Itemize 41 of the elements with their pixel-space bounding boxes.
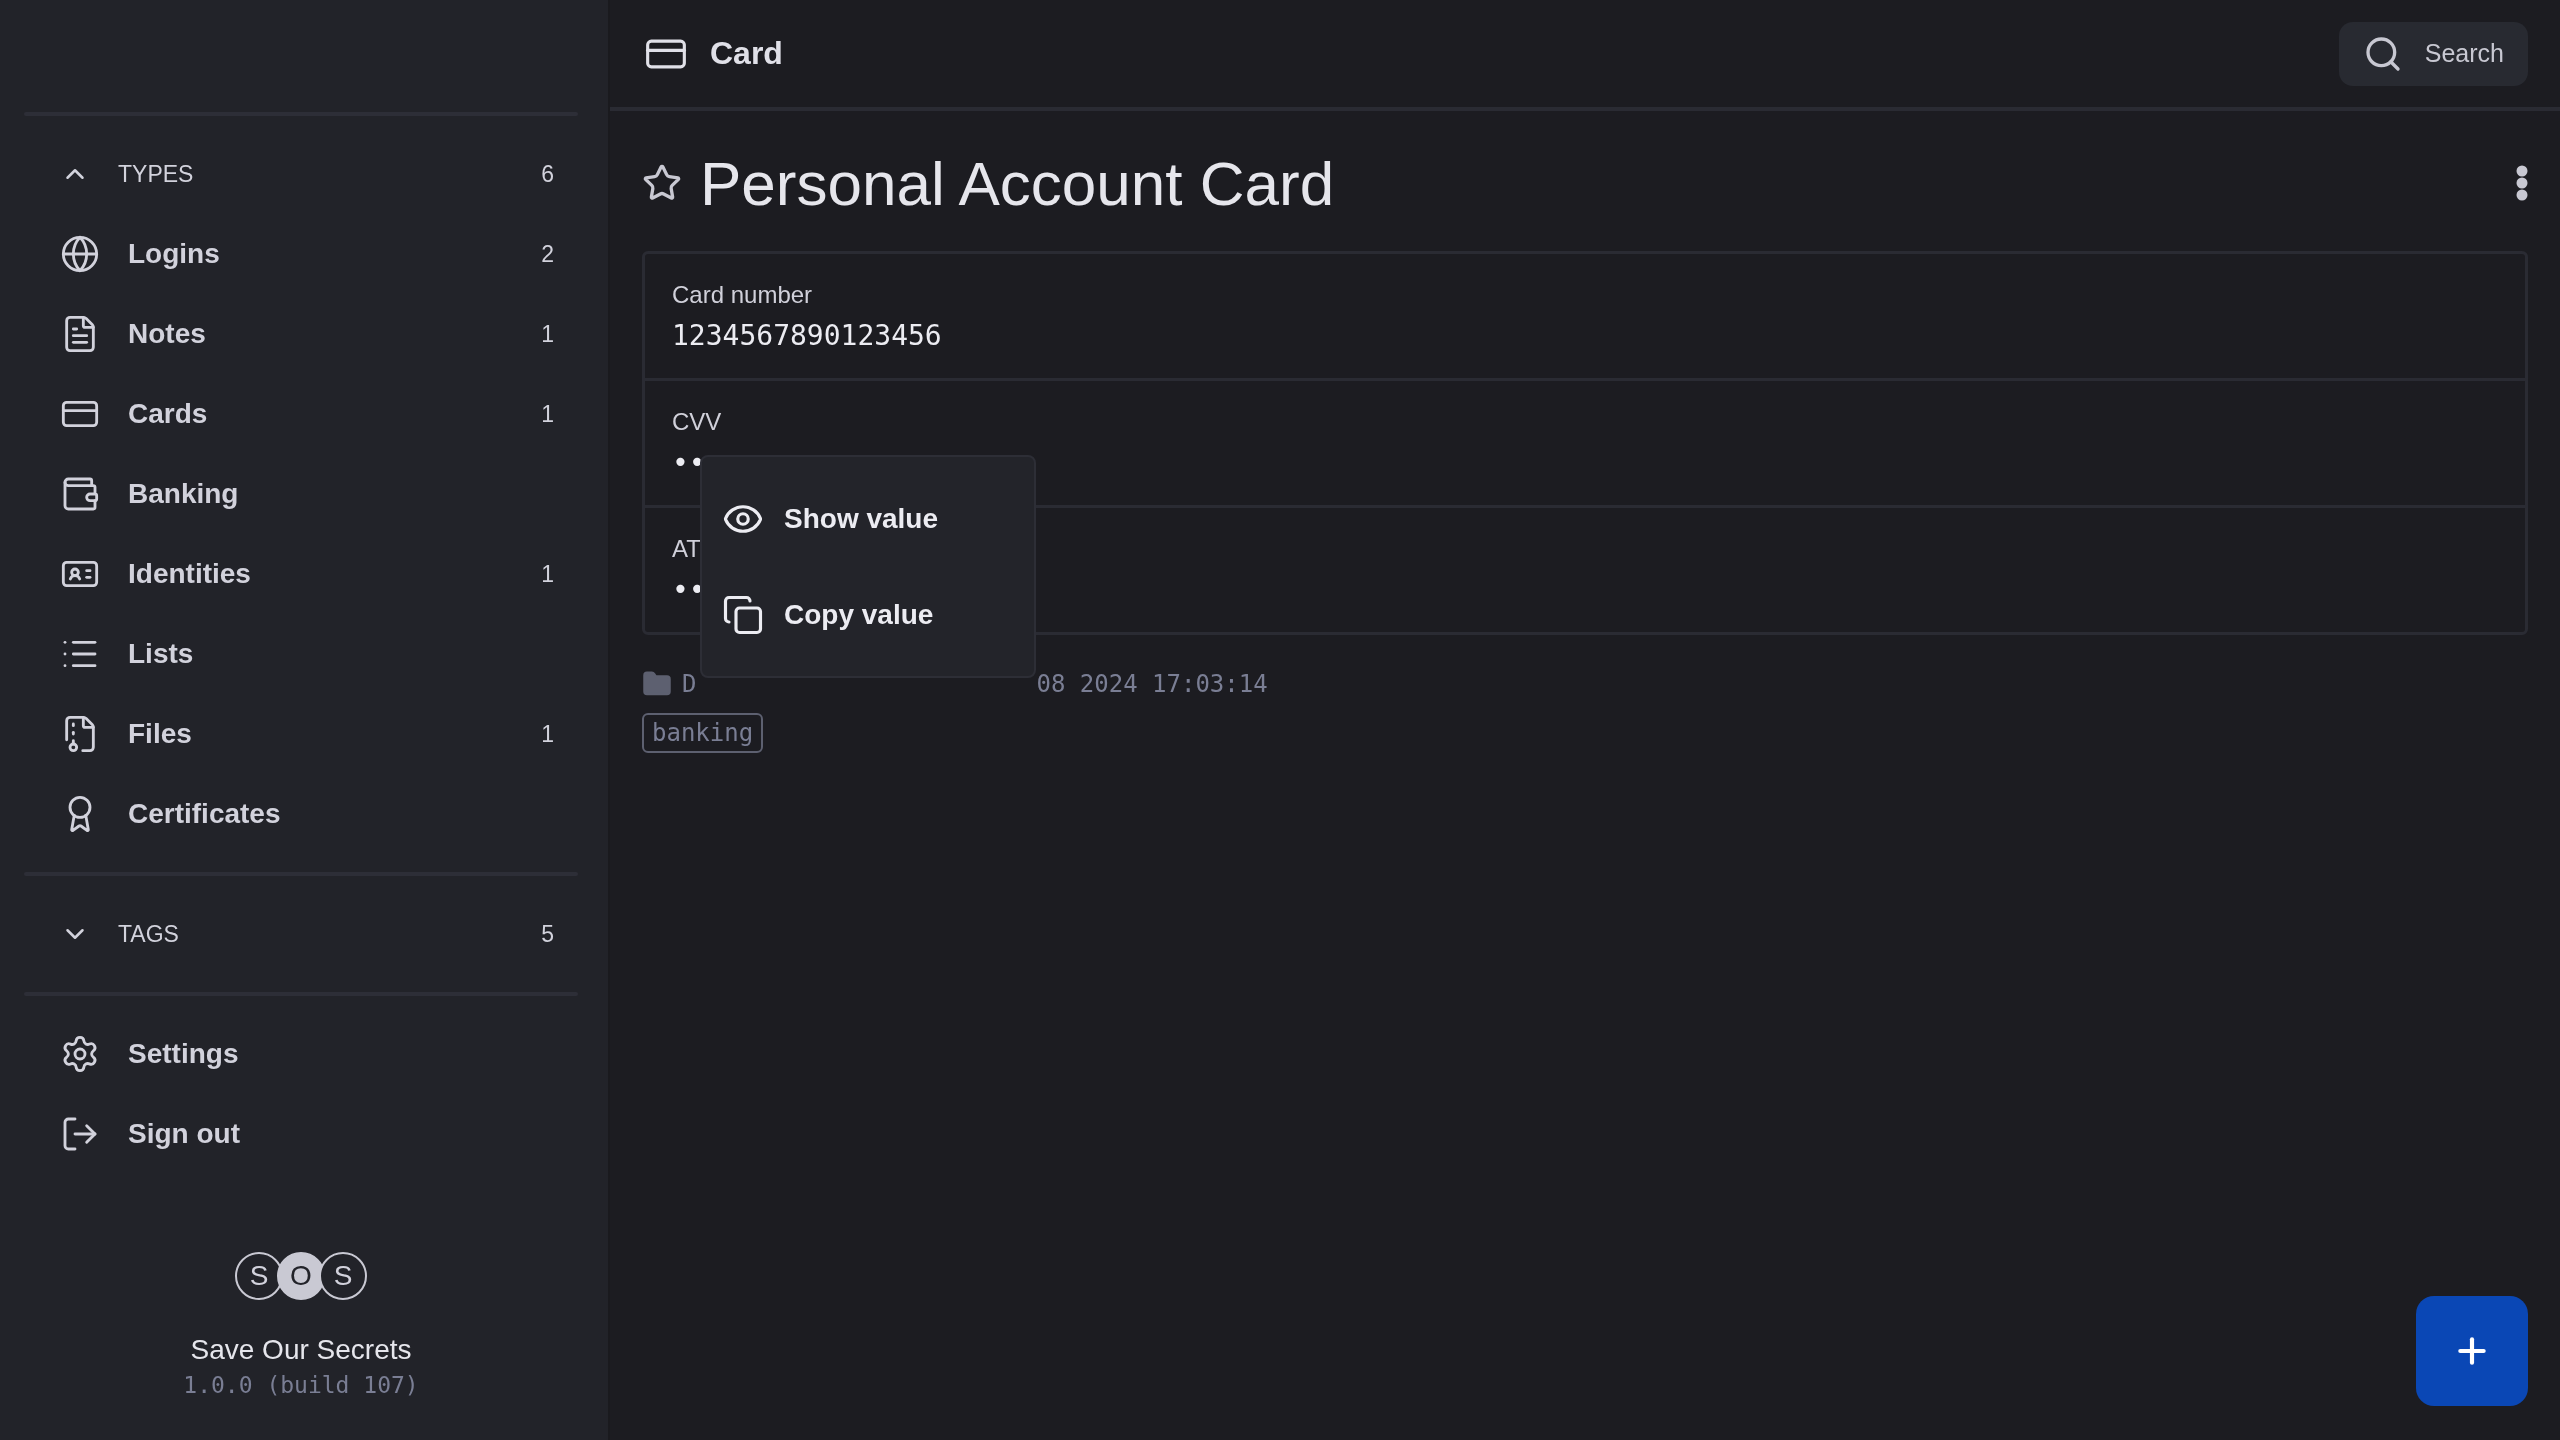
app-name: Save Our Secrets bbox=[190, 1334, 412, 1366]
field-value[interactable]: •• bbox=[672, 445, 2498, 479]
item-count: 1 bbox=[541, 320, 554, 348]
more-icon bbox=[2516, 165, 2528, 201]
field-value[interactable]: 1234567890123456 bbox=[672, 318, 2498, 352]
item-count: 1 bbox=[541, 400, 554, 428]
menu-item[interactable]: Show value bbox=[722, 480, 1014, 557]
logo: S O S bbox=[235, 1252, 367, 1300]
section-count: 5 bbox=[541, 920, 554, 948]
menu-item[interactable]: Copy value bbox=[722, 576, 1014, 653]
sidebar-item[interactable]: Logins 2 bbox=[24, 214, 578, 294]
item-count: 1 bbox=[541, 560, 554, 588]
field-label: Card number bbox=[672, 280, 813, 309]
search-button[interactable]: Search bbox=[2338, 21, 2528, 86]
section-header[interactable]: TAGS 5 bbox=[24, 894, 578, 974]
more-button[interactable] bbox=[2516, 165, 2528, 201]
item-count: 2 bbox=[541, 240, 554, 268]
item-count: 1 bbox=[541, 720, 554, 748]
sidebar-item[interactable]: Sign out bbox=[24, 1094, 578, 1174]
favorite-button[interactable] bbox=[642, 163, 682, 203]
sidebar-item[interactable]: Certificates bbox=[24, 774, 578, 854]
section-count: 6 bbox=[541, 160, 554, 188]
sidebar-item[interactable]: Notes 1 bbox=[24, 294, 578, 374]
folder-name: D bbox=[682, 670, 697, 698]
sidebar-item[interactable]: Settings bbox=[24, 1014, 578, 1094]
page-title: Card bbox=[710, 35, 784, 72]
sidebar-item[interactable]: Lists bbox=[24, 614, 578, 694]
modified-date: 08 2024 17:03:14 bbox=[1036, 670, 1268, 698]
copy-icon bbox=[722, 593, 764, 636]
globe-icon bbox=[60, 234, 100, 274]
sidebar-item[interactable]: Identities 1 bbox=[24, 534, 578, 614]
sidebar-item[interactable]: Banking bbox=[24, 454, 578, 534]
item-title: Personal Account Card bbox=[700, 147, 1336, 219]
sidebar-item[interactable]: Cards 1 bbox=[24, 374, 578, 454]
section-header[interactable]: TYPES 6 bbox=[24, 134, 578, 214]
app-version: 1.0.0 (build 107) bbox=[183, 1372, 419, 1398]
field-label: AT bbox=[672, 534, 701, 563]
tag[interactable]: banking bbox=[642, 713, 764, 753]
sidebar-item[interactable]: Files 1 bbox=[24, 694, 578, 774]
star-icon bbox=[642, 163, 682, 203]
field-label: CVV bbox=[672, 407, 722, 436]
